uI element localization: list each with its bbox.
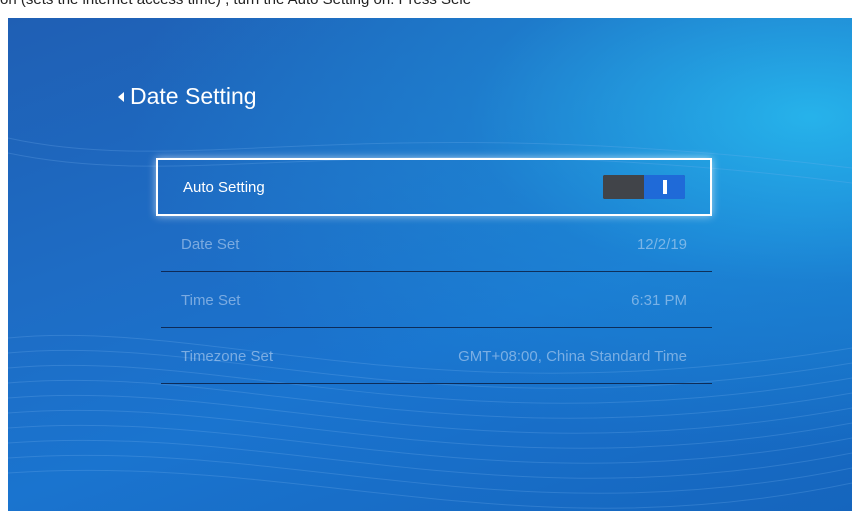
time-set-value: 6:31 PM bbox=[631, 291, 687, 309]
date-set-label: Date Set bbox=[181, 235, 240, 253]
chevron-left-icon[interactable] bbox=[118, 91, 124, 102]
settings-list: Auto Setting Date Set 12/2/19 Time Set 6… bbox=[156, 158, 712, 384]
caption-text: on (sets the internet access time) , tur… bbox=[0, 0, 852, 10]
timezone-set-value: GMT+08:00, China Standard Time bbox=[458, 347, 687, 365]
caption-strip: on (sets the internet access time) , tur… bbox=[0, 0, 852, 18]
settings-screen: Date Setting Auto Setting Date Set 12/2/… bbox=[8, 18, 852, 511]
date-set-row[interactable]: Date Set 12/2/19 bbox=[156, 216, 712, 272]
auto-setting-row[interactable]: Auto Setting bbox=[156, 158, 712, 216]
toggle-track bbox=[603, 175, 644, 199]
time-set-row[interactable]: Time Set 6:31 PM bbox=[156, 272, 712, 328]
auto-setting-label: Auto Setting bbox=[183, 178, 265, 196]
page-header: Date Setting bbox=[118, 83, 257, 110]
timezone-set-label: Timezone Set bbox=[181, 347, 273, 365]
toggle-knob bbox=[644, 175, 685, 199]
auto-setting-toggle[interactable] bbox=[603, 175, 685, 199]
timezone-set-row[interactable]: Timezone Set GMT+08:00, China Standard T… bbox=[156, 328, 712, 384]
date-set-value: 12/2/19 bbox=[636, 235, 687, 253]
time-set-label: Time Set bbox=[181, 291, 241, 309]
page-title: Date Setting bbox=[130, 83, 257, 109]
